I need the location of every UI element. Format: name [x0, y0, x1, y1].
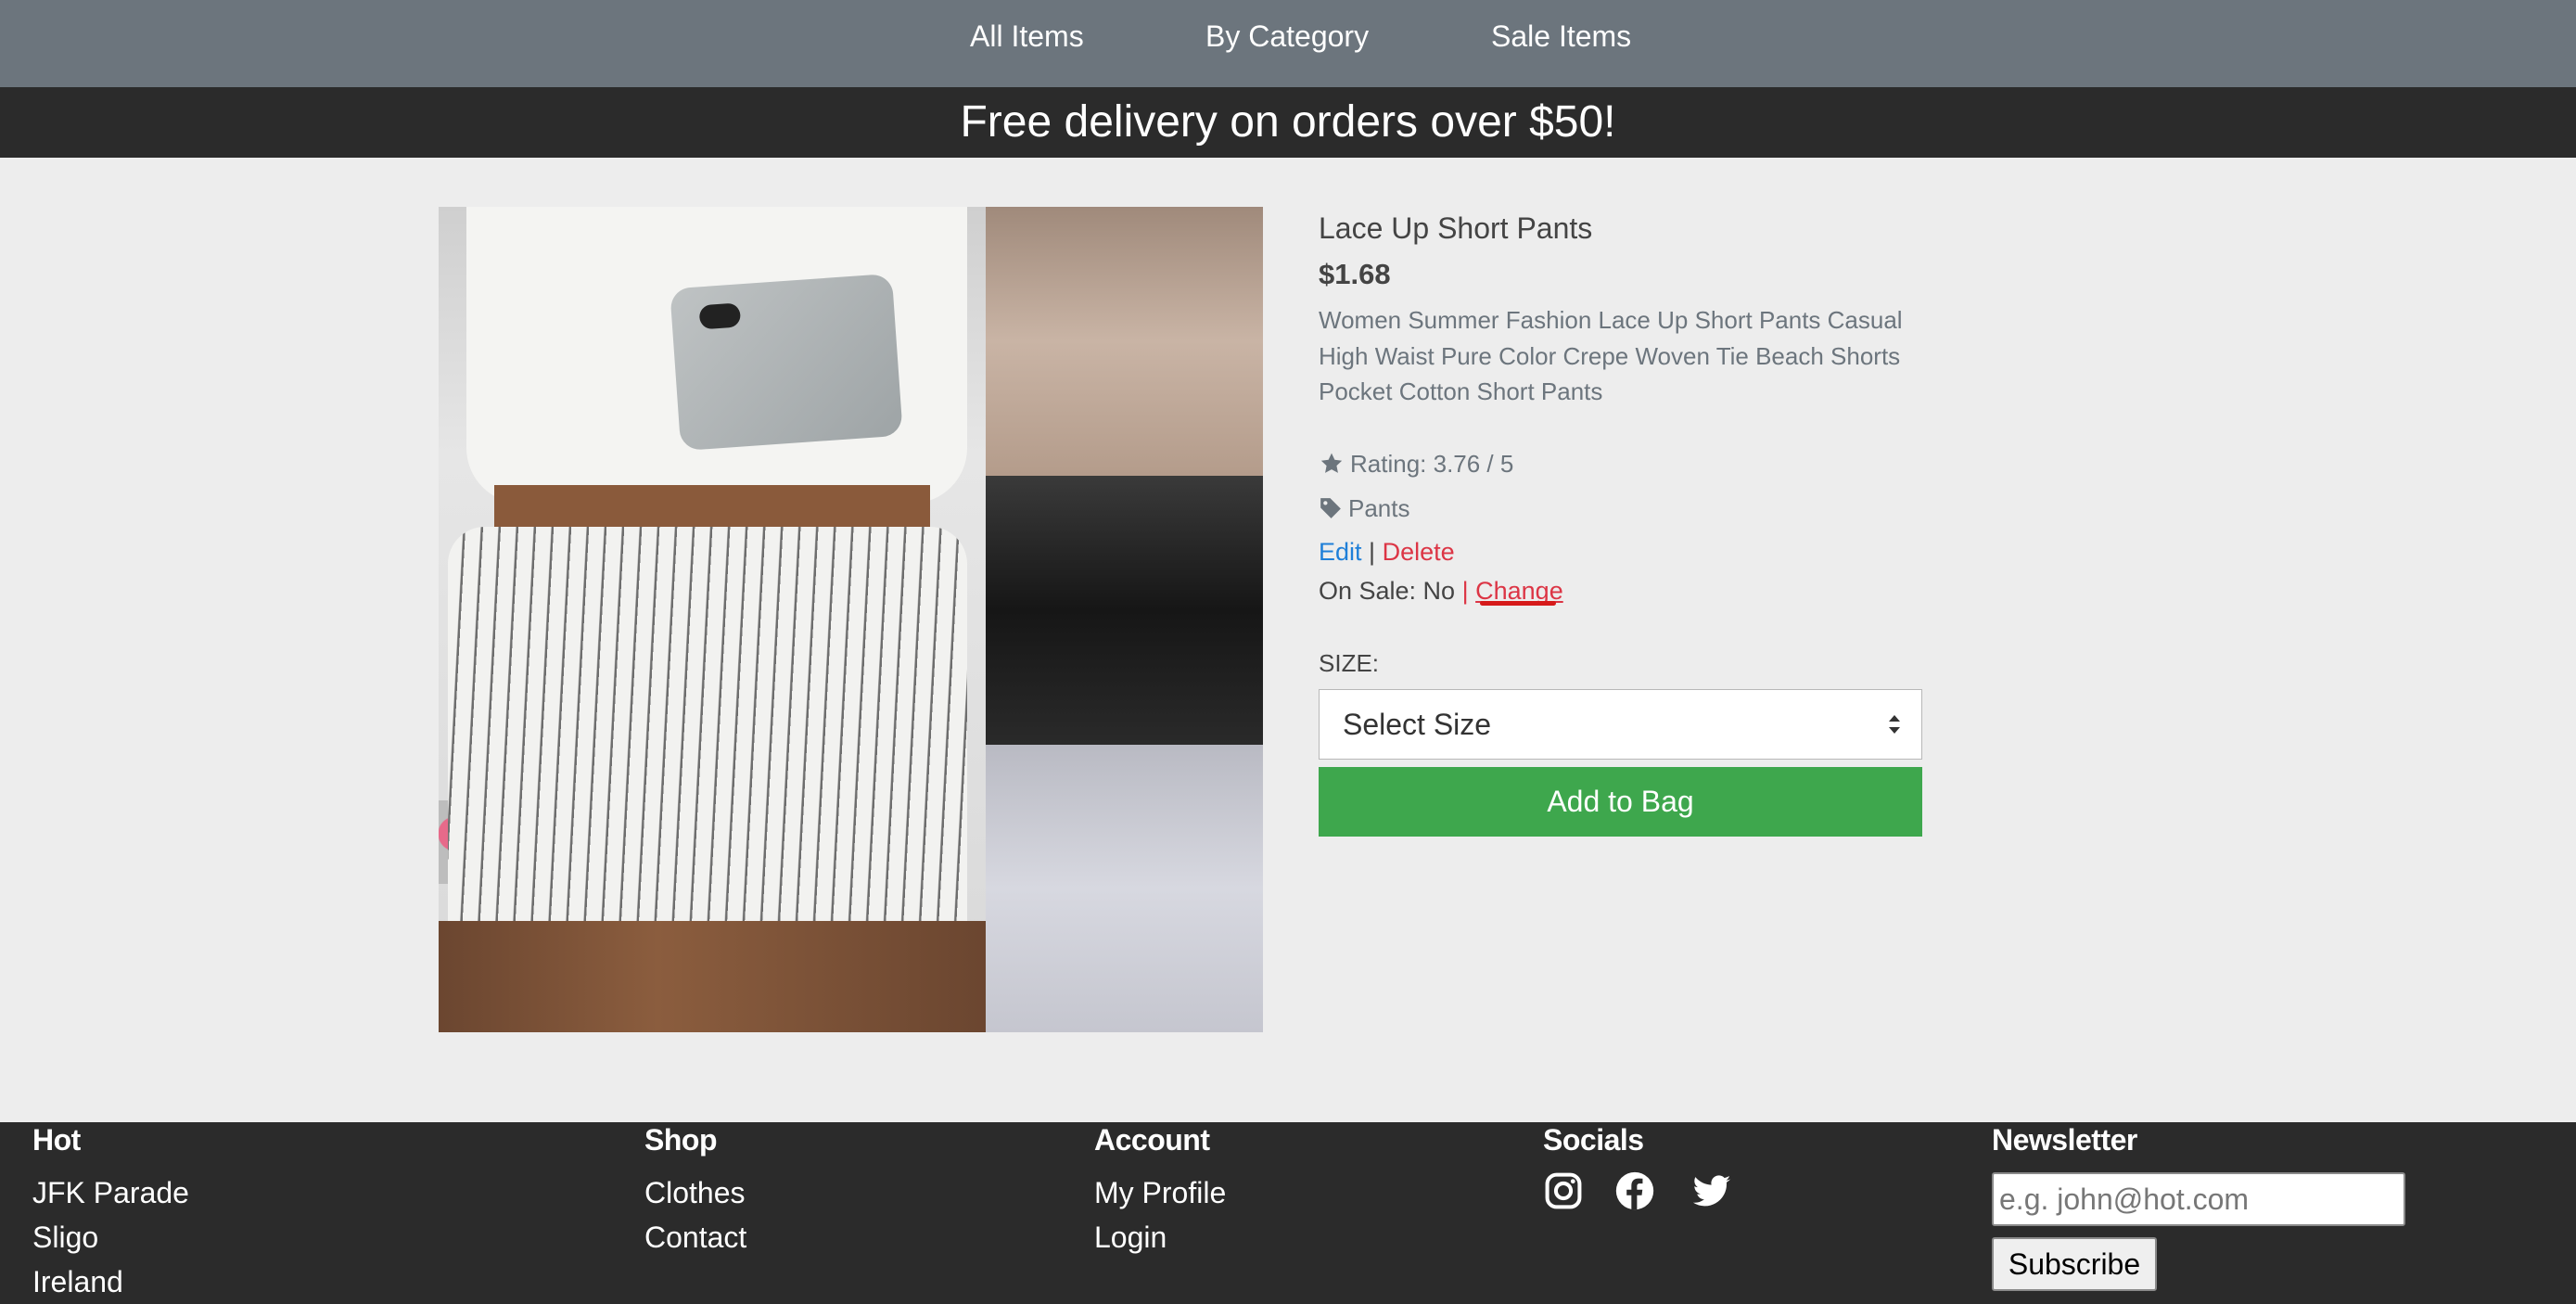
nav-by-category[interactable]: By Category — [1205, 17, 1369, 56]
footer-link-ireland[interactable]: Ireland — [32, 1263, 123, 1300]
footer-socials-heading: Socials — [1543, 1123, 1644, 1157]
product-actions: Edit | Delete — [1319, 536, 1455, 568]
facebook-icon[interactable] — [1614, 1170, 1655, 1211]
product-price: $1.68 — [1319, 258, 1391, 290]
footer: Hot JFK Parade Sligo Ireland Shop Clothe… — [0, 1122, 2576, 1304]
size-label: SIZE: — [1319, 649, 1380, 677]
tag-icon — [1320, 498, 1341, 518]
size-select-value: Select Size — [1343, 708, 1492, 741]
product-image — [439, 207, 1263, 1032]
top-nav: All Items By Category Sale Items — [0, 0, 2576, 87]
rating-text: Rating: 3.76 / 5 — [1350, 450, 1514, 478]
subscribe-button[interactable]: Subscribe — [1992, 1237, 2157, 1291]
footer-link-login[interactable]: Login — [1094, 1219, 1167, 1256]
add-to-bag-button[interactable]: Add to Bag — [1319, 767, 1922, 837]
footer-link-my-profile[interactable]: My Profile — [1094, 1174, 1226, 1211]
footer-newsletter-heading: Newsletter — [1992, 1123, 2137, 1157]
on-sale-separator: | — [1461, 577, 1469, 605]
twitter-icon[interactable] — [1691, 1170, 1732, 1211]
footer-link-contact[interactable]: Contact — [644, 1219, 746, 1256]
product-description: Women Summer Fashion Lace Up Short Pants… — [1319, 306, 1903, 405]
footer-account-heading: Account — [1094, 1123, 1210, 1157]
category-row: Pants — [1319, 492, 1410, 524]
footer-shop-heading: Shop — [644, 1123, 717, 1157]
promo-banner: Free delivery on orders over $50! — [0, 87, 2576, 158]
newsletter-email-input[interactable] — [1992, 1172, 2405, 1226]
instagram-icon[interactable] — [1543, 1170, 1584, 1211]
size-select[interactable]: Select Size — [1319, 689, 1922, 760]
nav-sale-items[interactable]: Sale Items — [1491, 17, 1631, 56]
footer-link-clothes[interactable]: Clothes — [644, 1174, 746, 1211]
product-title: Lace Up Short Pants — [1319, 211, 1593, 245]
nav-all-items[interactable]: All Items — [970, 17, 1084, 56]
footer-link-jfk-parade[interactable]: JFK Parade — [32, 1174, 189, 1211]
select-arrows-icon — [1889, 715, 1900, 734]
actions-separator: | — [1369, 538, 1376, 566]
edit-link[interactable]: Edit — [1319, 538, 1362, 566]
footer-link-sligo[interactable]: Sligo — [32, 1219, 98, 1256]
change-highlight-underline — [1480, 601, 1556, 606]
star-icon — [1320, 453, 1343, 473]
category-text: Pants — [1348, 494, 1410, 522]
delete-link[interactable]: Delete — [1383, 538, 1455, 566]
rating-row: Rating: 3.76 / 5 — [1319, 448, 1513, 479]
footer-hot-heading: Hot — [32, 1123, 81, 1157]
on-sale-status: On Sale: No — [1319, 577, 1456, 605]
